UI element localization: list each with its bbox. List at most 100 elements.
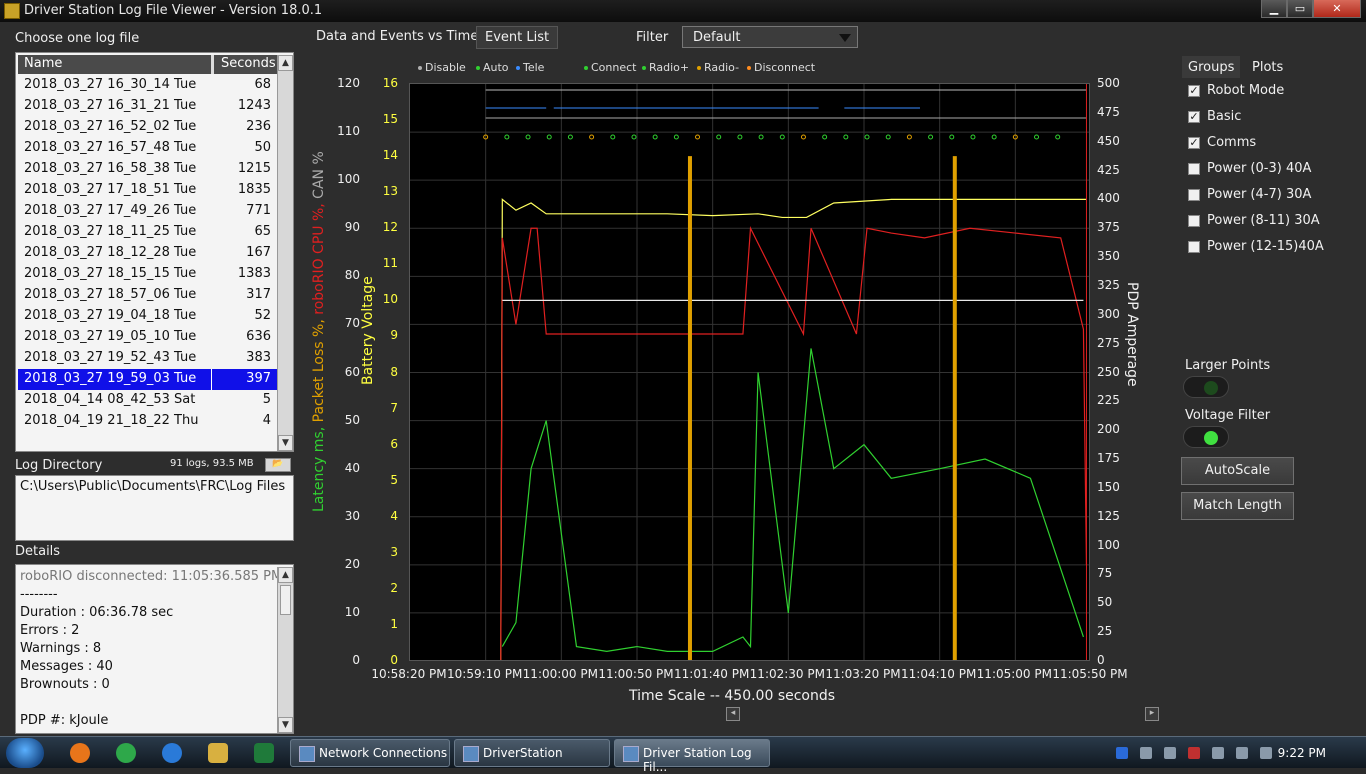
list-item[interactable]: 2018_03_27 16_57_48 Tue 50: [18, 138, 277, 159]
tray-battery-icon[interactable]: [1212, 747, 1224, 759]
close-button[interactable]: ✕: [1313, 0, 1361, 18]
x-scroll-left-icon[interactable]: ◂: [726, 707, 740, 721]
maximize-button[interactable]: ▭: [1287, 0, 1313, 18]
column-name-header[interactable]: Name: [24, 56, 62, 71]
task-driverstation[interactable]: DriverStation: [454, 739, 610, 767]
group-checkbox[interactable]: [1188, 163, 1200, 175]
firefox-icon[interactable]: [70, 743, 90, 763]
column-seconds-header[interactable]: Seconds: [221, 56, 276, 71]
file-explorer-icon[interactable]: [208, 743, 228, 763]
file-name: 2018_04_14 08_42_53 Sat: [24, 392, 196, 407]
details-scroll-down-icon[interactable]: ▼: [278, 717, 293, 733]
file-seconds: 1215: [237, 161, 271, 176]
details-line: Warnings : 8: [20, 641, 102, 656]
tab-event-list[interactable]: Event List: [476, 26, 559, 49]
tab-data-events[interactable]: Data and Events vs Time: [316, 29, 478, 44]
larger-points-toggle[interactable]: [1183, 376, 1229, 398]
match-length-button[interactable]: Match Length: [1181, 492, 1294, 520]
pdp-tick: 175: [1097, 451, 1120, 466]
details-line: roboRIO disconnected: 11:05:36.585 PM: [20, 569, 283, 584]
voltage-filter-toggle[interactable]: [1183, 426, 1229, 448]
details-scrollbar[interactable]: ▲ ▼: [277, 567, 293, 733]
file-seconds: 65: [254, 224, 271, 239]
x-scroll-right-icon[interactable]: ▸: [1145, 707, 1159, 721]
autoscale-button[interactable]: AutoScale: [1181, 457, 1294, 485]
plot-area[interactable]: [409, 83, 1090, 661]
filter-dropdown[interactable]: Default: [682, 26, 858, 48]
file-seconds: 636: [246, 329, 271, 344]
event-marker: [589, 134, 595, 140]
event-marker: [822, 134, 828, 140]
internet-explorer-icon[interactable]: [162, 743, 182, 763]
list-scrollbar[interactable]: ▲ ▼: [277, 55, 293, 451]
log-directory-field[interactable]: C:\Users\Public\Documents\FRC\Log Files: [15, 475, 294, 541]
list-item[interactable]: 2018_03_27 16_31_21 Tue 1243: [18, 96, 277, 117]
list-item[interactable]: 2018_03_27 18_15_15 Tue 1383: [18, 264, 277, 285]
list-item[interactable]: 2018_03_27 16_52_02 Tue 236: [18, 117, 277, 138]
list-item[interactable]: 2018_03_27 16_30_14 Tue 68: [18, 75, 277, 96]
details-scroll-up-icon[interactable]: ▲: [278, 567, 293, 583]
group-checkbox[interactable]: ✓: [1188, 85, 1200, 97]
list-item[interactable]: 2018_03_27 16_58_38 Tue 1215: [18, 159, 277, 180]
list-item[interactable]: 2018_03_27 17_18_51 Tue 1835: [18, 180, 277, 201]
file-name: 2018_03_27 18_15_15 Tue: [24, 266, 197, 281]
file-name: 2018_03_27 16_30_14 Tue: [24, 77, 197, 92]
list-item[interactable]: 2018_03_27 18_12_28 Tue 167: [18, 243, 277, 264]
chrome-icon[interactable]: [116, 743, 136, 763]
list-item[interactable]: 2018_03_27 18_57_06 Tue 317: [18, 285, 277, 306]
task-network-connections[interactable]: Network Connections: [290, 739, 450, 767]
list-item[interactable]: 2018_03_27 18_11_25 Tue 65: [18, 222, 277, 243]
group-checkbox[interactable]: [1188, 241, 1200, 253]
list-item[interactable]: 2018_04_14 08_42_53 Sat 5: [18, 390, 277, 411]
task-log-viewer[interactable]: Driver Station Log Fil...: [614, 739, 770, 774]
x-tick: 11:01:40 PM: [674, 667, 750, 681]
pdp-tick: 50: [1097, 595, 1113, 610]
legend-label: Disconnect: [754, 61, 816, 74]
voltage-tick: 1: [390, 616, 398, 631]
group-checkbox[interactable]: ✓: [1188, 111, 1200, 123]
scroll-down-icon[interactable]: ▼: [278, 435, 293, 451]
legend-item: Tele: [516, 61, 544, 74]
list-item[interactable]: 2018_03_27 19_05_10 Tue 636: [18, 327, 277, 348]
file-name: 2018_03_27 17_18_51 Tue: [24, 182, 197, 197]
log-file-list[interactable]: Name Seconds 2018_03_27 16_30_14 Tue 68 20…: [15, 52, 294, 452]
list-item[interactable]: 2018_04_19 21_18_22 Thu 4: [18, 411, 277, 432]
larger-points-led-icon: [1204, 381, 1218, 395]
file-name: 2018_03_27 19_05_10 Tue: [24, 329, 197, 344]
tab-groups[interactable]: Groups: [1188, 60, 1234, 75]
excel-icon[interactable]: [254, 743, 274, 763]
file-name: 2018_03_27 18_57_06 Tue: [24, 287, 197, 302]
tray-error-icon[interactable]: [1188, 747, 1200, 759]
details-box[interactable]: roboRIO disconnected: 11:05:36.585 PM ---…: [15, 564, 294, 734]
tab-plots[interactable]: Plots: [1252, 60, 1283, 75]
tray-show-hidden-icon[interactable]: [1140, 747, 1152, 759]
voltage-tick: 7: [390, 400, 398, 415]
browse-folder-icon[interactable]: 📂: [265, 458, 291, 472]
file-seconds: 1835: [237, 182, 271, 197]
tray-volume-icon[interactable]: [1260, 747, 1272, 759]
start-button-icon[interactable]: [6, 738, 44, 768]
list-item[interactable]: 2018_03_27 19_04_18 Tue 52: [18, 306, 277, 327]
tray-tool-icon[interactable]: [1164, 747, 1176, 759]
voltage-tick: 14: [382, 148, 398, 163]
list-item[interactable]: 2018_03_27 17_49_26 Tue 771: [18, 201, 277, 222]
file-name: 2018_03_27 16_52_02 Tue: [24, 119, 197, 134]
file-seconds: 4: [262, 413, 271, 428]
file-seconds: 397: [246, 371, 271, 386]
list-item[interactable]: 2018_03_27 19_59_03 Tue 397: [18, 369, 277, 390]
voltage-tick: 2: [390, 580, 398, 595]
scroll-up-icon[interactable]: ▲: [278, 55, 293, 71]
group-checkbox[interactable]: ✓: [1188, 137, 1200, 149]
details-scroll-thumb[interactable]: [280, 585, 291, 615]
list-item[interactable]: 2018_03_27 19_52_43 Tue 383: [18, 348, 277, 369]
taskbar-clock[interactable]: 9:22 PM: [1278, 746, 1326, 760]
event-marker: [758, 134, 764, 140]
voltage-tick: 16: [382, 76, 398, 90]
group-label: Power (4-7) 30A: [1207, 187, 1312, 202]
log-directory-label: Log Directory: [15, 458, 103, 473]
tray-network-icon[interactable]: [1236, 747, 1248, 759]
group-checkbox[interactable]: [1188, 215, 1200, 227]
minimize-button[interactable]: ▁: [1261, 0, 1287, 18]
tray-app-icon[interactable]: [1116, 747, 1128, 759]
group-checkbox[interactable]: [1188, 189, 1200, 201]
